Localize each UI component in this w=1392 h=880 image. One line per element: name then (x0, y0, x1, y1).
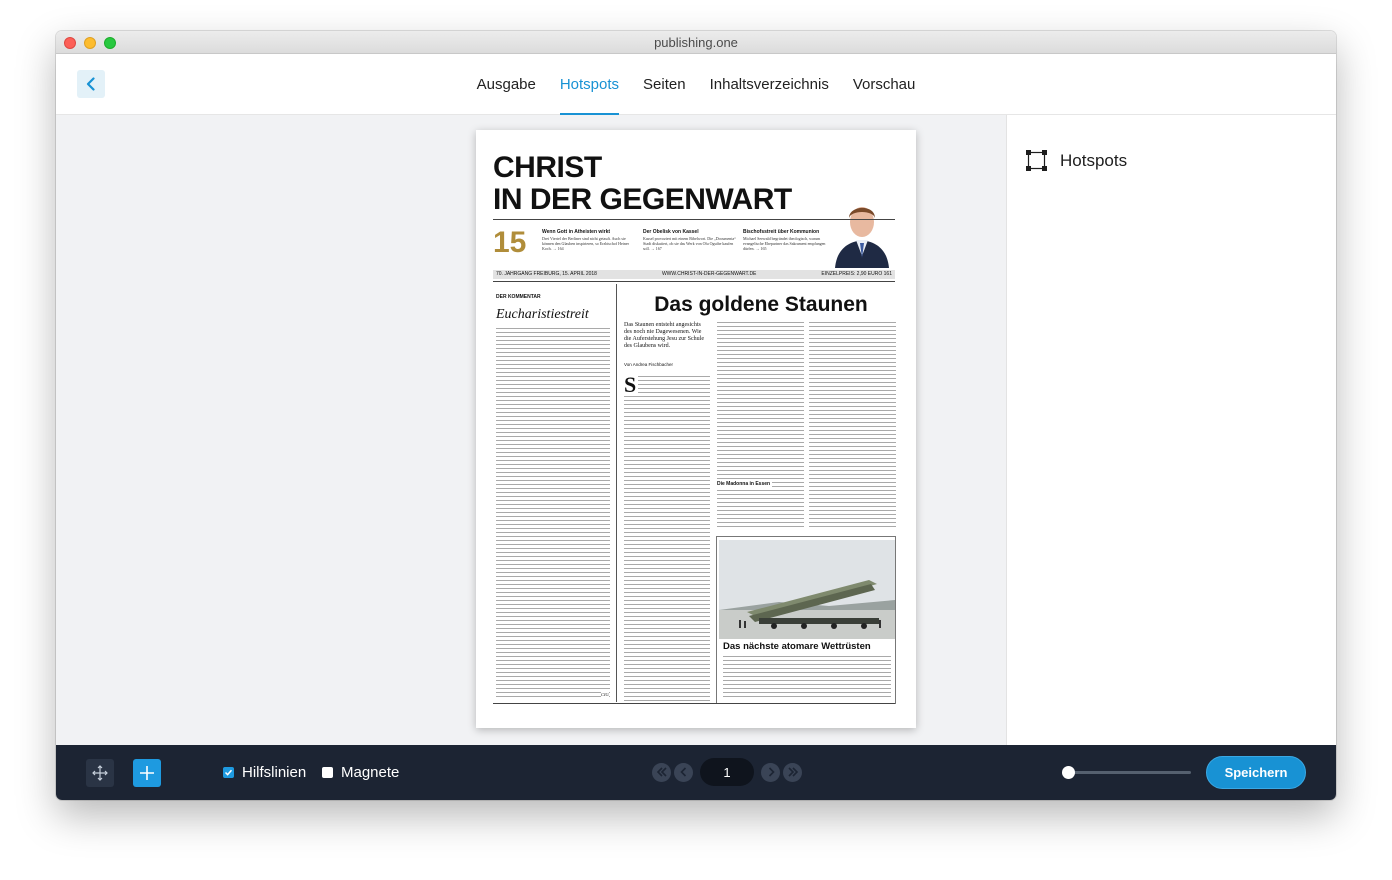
top-navigation: Ausgabe Hotspots Seiten Inhaltsverzeichn… (56, 54, 1336, 115)
masthead-rule (493, 219, 895, 220)
chevron-right-icon (768, 767, 775, 777)
issue-number: 15 (493, 226, 527, 259)
teaser-3: Bischofsstreit über Kommunion Michael Se… (743, 229, 836, 252)
teaser-3-text: Michael Seewald begründet theologisch, w… (743, 236, 826, 251)
add-hotspot-button[interactable] (133, 759, 161, 787)
previous-page-button[interactable] (674, 762, 693, 782)
teaser-2-text: Kassel provoziert mit einem Bibelwort. D… (643, 236, 736, 251)
magnete-checkbox[interactable] (322, 767, 333, 778)
window-controls (64, 37, 116, 49)
page-bottom-rule (493, 703, 895, 704)
teaser-1: Wenn Gott in Atheisten wirkt Drei Vierte… (542, 229, 635, 252)
article-text-column-3 (809, 322, 896, 530)
last-page-button[interactable] (783, 762, 802, 782)
article-text-column-2 (717, 322, 804, 530)
hilfslinien-toggle[interactable]: Hilfslinien (223, 764, 306, 781)
teaser-1-title: Wenn Gott in Atheisten wirkt (542, 229, 611, 235)
zoom-slider[interactable] (1062, 766, 1191, 779)
title-bar: publishing.one (56, 31, 1336, 54)
masthead-line-1: CHRIST (493, 151, 602, 184)
lead-text: Das Staunen entsteht angesichts des noch… (624, 322, 704, 349)
hotspots-panel-item[interactable]: Hotspots (1026, 150, 1127, 171)
dateline-right: EINZELPREIS: 2,90 EURO 161 (821, 271, 892, 277)
teaser-3-title: Bischofsstreit über Kommunion (743, 229, 820, 235)
close-window-button[interactable] (64, 37, 76, 49)
article-subhead: Die Madonna in Essen (717, 481, 773, 487)
zoom-slider-handle[interactable] (1062, 766, 1075, 779)
hilfslinien-checkbox[interactable] (223, 767, 234, 778)
move-arrows-icon (92, 765, 108, 781)
double-chevron-left-icon (656, 767, 667, 777)
tab-vorschau[interactable]: Vorschau (841, 54, 928, 115)
newspaper-page[interactable]: CHRIST IN DER GEGENWART 15 Wenn Gott in … (476, 130, 916, 728)
chevron-left-icon (679, 767, 686, 777)
masthead-line-2: IN DER GEGENWART (493, 183, 792, 216)
checkmark-icon (224, 769, 233, 776)
drop-cap: S (624, 372, 639, 397)
kommentar-text-column (496, 328, 610, 698)
dateline-center: WWW.CHRIST-IN-DER-GEGENWART.DE (661, 271, 757, 277)
kommentar-author: CIG (601, 692, 609, 697)
article-text-column-1 (624, 376, 710, 701)
kommentar-label: DER KOMMENTAR (496, 294, 541, 300)
column-divider (616, 284, 617, 702)
bottom-toolbar: Hilfslinien Magnete 1 Speichern (56, 745, 1336, 800)
photo-caption-text (723, 656, 891, 700)
teaser-2-title: Der Obelisk von Kassel (643, 229, 699, 235)
byline: Von Andrea Fischbacher (624, 362, 674, 367)
window-title: publishing.one (654, 35, 738, 50)
plus-icon (140, 766, 154, 780)
teaser-1-text: Drei Viertel der Berliner sind nicht get… (542, 236, 629, 251)
tab-ausgabe[interactable]: Ausgabe (465, 54, 548, 115)
teaser-2: Der Obelisk von Kassel Kassel provoziert… (643, 229, 736, 252)
main-headline: Das goldene Staunen (654, 293, 868, 316)
next-page-button[interactable] (761, 762, 780, 782)
masthead: CHRIST IN DER GEGENWART (493, 152, 792, 216)
kommentar-title: Eucharistiestreit (496, 307, 589, 322)
hotspot-frame-icon (1026, 150, 1047, 171)
save-button[interactable]: Speichern (1206, 756, 1306, 789)
first-page-button[interactable] (652, 762, 671, 782)
tab-bar: Ausgabe Hotspots Seiten Inhaltsverzeichn… (56, 54, 1336, 115)
magnete-label: Magnete (341, 764, 400, 781)
tab-hotspots[interactable]: Hotspots (548, 54, 631, 115)
tab-inhaltsverzeichnis[interactable]: Inhaltsverzeichnis (698, 54, 841, 115)
double-chevron-right-icon (787, 767, 798, 777)
move-tool-button[interactable] (86, 759, 114, 787)
hilfslinien-label: Hilfslinien (242, 764, 307, 781)
tab-seiten[interactable]: Seiten (631, 54, 698, 115)
photo-headline: Das nächste atomare Wettrüsten (723, 641, 871, 652)
missile-photo (719, 540, 895, 639)
page-number-input[interactable] (700, 758, 754, 786)
app-window: publishing.one Ausgabe Hotspots Seiten I… (56, 31, 1336, 800)
editor-canvas[interactable]: CHRIST IN DER GEGENWART 15 Wenn Gott in … (56, 115, 1006, 745)
dateline: 70. JAHRGANG FREIBURG, 15. APRIL 2018 WW… (493, 270, 895, 279)
properties-panel: Hotspots (1006, 115, 1336, 745)
dateline-rule (493, 281, 895, 282)
minimize-window-button[interactable] (84, 37, 96, 49)
hotspots-panel-label: Hotspots (1060, 150, 1128, 170)
zoom-window-button[interactable] (104, 37, 116, 49)
magnete-toggle[interactable]: Magnete (322, 764, 399, 781)
dateline-left: 70. JAHRGANG FREIBURG, 15. APRIL 2018 (496, 271, 597, 277)
page-navigator (652, 758, 802, 786)
portrait-photo (829, 190, 895, 268)
